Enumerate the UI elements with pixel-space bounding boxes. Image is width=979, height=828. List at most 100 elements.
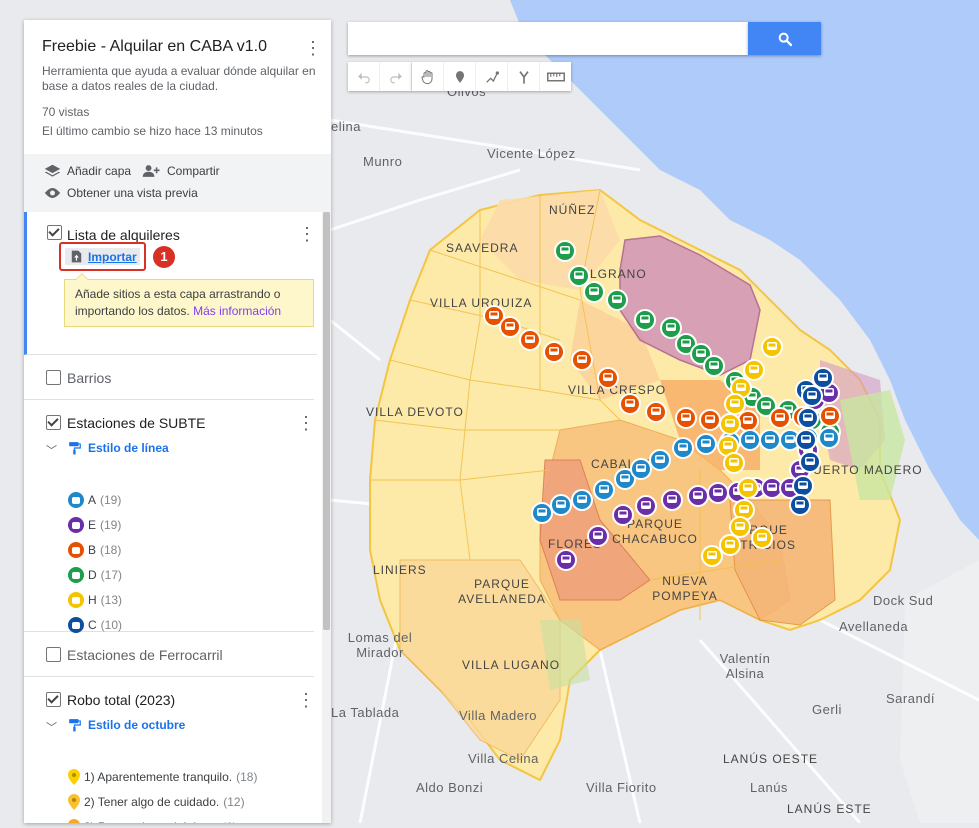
map-place-label: LINIERS [373,563,427,577]
subway-icon [68,542,84,558]
subway-icon [68,592,84,608]
chevron-down-icon[interactable]: ﹀ [46,719,57,735]
legend-row-subte-e[interactable]: E (19) [68,517,121,533]
legend-row-subte-b[interactable]: B (18) [68,542,121,558]
subway-icon [68,517,84,533]
layer-barrios-checkbox[interactable] [46,370,61,385]
map-description[interactable]: Herramienta que ayuda a evaluar dónde al… [42,64,317,94]
ruler-icon[interactable] [540,62,571,91]
import-tooltip: Añade sitios a esta capa arrastrando o i… [64,273,314,327]
layer-ferrocarril[interactable]: Estaciones de Ferrocarril [24,631,314,677]
search-input[interactable] [348,22,748,55]
undo-icon[interactable] [348,62,380,91]
robo-style-label: Estilo de octubre [88,718,186,732]
map-place-label: SAAVEDRA [446,241,519,255]
more-info-link[interactable]: Más información [193,304,281,318]
layer-alquileres-name[interactable]: Lista de alquileres [67,227,180,243]
legend-row-robo-3[interactable]: 3) Precauciones básicas. (6) [68,819,237,823]
layers-icon [44,164,61,177]
eye-icon [44,188,61,198]
last-change-text: El último cambio se hizo hace 13 minutos [42,124,263,138]
map-place-label: NÚÑEZ [549,203,596,217]
map-place-label: PUERTO MADERO [804,463,923,477]
map-place-label: VILLA DEVOTO [366,405,464,419]
legend-label: 2) Tener algo de cuidado. [84,795,220,809]
add-marker-icon[interactable] [444,62,476,91]
map-pin-icon [68,794,80,810]
map-place-label: La Tablada [331,705,400,720]
robo-style-link[interactable]: Estilo de octubre [68,718,185,732]
map-place-label: Lomas del Mirador [347,630,413,660]
layer-ferrocarril-name[interactable]: Estaciones de Ferrocarril [67,647,223,663]
preview-button[interactable]: Obtener una vista previa [44,186,198,200]
hand-icon[interactable] [412,62,444,91]
map-place-label: Valentín Alsina [719,651,771,681]
map-place-label: Aldo Bonzi [416,780,484,795]
legend-count: (19) [100,518,122,532]
chevron-down-icon[interactable]: ﹀ [46,442,57,458]
map-place-label: VILLA CRESPO [568,383,667,397]
import-button[interactable]: Importar [59,242,146,271]
share-label: Compartir [167,164,220,178]
layer-subte-options-kebab-icon[interactable]: ⋮ [296,413,316,433]
map-place-label: FLORES [548,537,603,551]
legend-count: (18) [236,770,258,784]
layer-robo-options-kebab-icon[interactable]: ⋮ [296,690,316,710]
subway-icon [68,492,84,508]
layer-robo-name[interactable]: Robo total (2023) [67,692,175,708]
redo-icon[interactable] [380,62,412,91]
map-pin-icon [68,769,80,785]
layer-barrios-name[interactable]: Barrios [67,370,111,386]
legend-row-robo-1[interactable]: 1) Aparentemente tranquilo. (18) [68,769,257,785]
legend-label: C [88,618,97,632]
layer-robo[interactable]: Robo total (2023) ⋮ ﹀ Estilo de octubre … [24,676,316,823]
directions-icon[interactable] [508,62,540,91]
map-place-label: Villa Celina [468,751,539,766]
paint-roller-icon [69,719,81,732]
search-button[interactable] [748,22,821,55]
layer-subte-name[interactable]: Estaciones de SUBTE [67,415,206,431]
layer-robo-checkbox[interactable] [46,692,61,707]
legend-row-subte-a[interactable]: A (19) [68,492,121,508]
layer-ferrocarril-checkbox[interactable] [46,647,61,662]
layer-subte-checkbox[interactable] [46,415,61,430]
map-place-label: Avellaneda [839,619,909,634]
subte-style-link[interactable]: Estilo de línea [68,441,169,455]
legend-count: (13) [100,593,123,607]
layer-alquileres-checkbox[interactable] [47,225,62,240]
import-file-icon [71,250,82,263]
subway-icon [68,567,84,583]
legend-label: B [88,543,97,557]
map-place-label: Vicente López [487,146,576,161]
legend-row-robo-2[interactable]: 2) Tener algo de cuidado. (12) [68,794,245,810]
draw-line-icon[interactable] [476,62,508,91]
map-place-label: Gerli [812,702,842,717]
legend-row-subte-h[interactable]: H (13) [68,592,122,608]
legend-count: (19) [100,493,122,507]
map-place-label: Villa Madero [459,708,538,723]
layer-alquileres-options-kebab-icon[interactable]: ⋮ [297,224,317,244]
map-place-label: PARQUE PATRICIOS [724,523,796,552]
map-options-kebab-icon[interactable]: ⋮ [303,38,323,58]
search-icon [778,32,792,46]
add-layer-button[interactable]: Añadir capa [44,164,131,178]
legend-label: E [88,518,97,532]
map-title[interactable]: Freebie - Alquilar en CABA v1.0 [42,38,313,56]
preview-label: Obtener una vista previa [67,186,198,200]
legend-label: D [88,568,97,582]
map-legend-panel: Freebie - Alquilar en CABA v1.0 Herramie… [24,20,331,823]
layer-subte[interactable]: Estaciones de SUBTE ⋮ ﹀ Estilo de línea … [24,399,316,633]
scrollbar-thumb[interactable] [323,212,330,630]
legend-label: 1) Aparentemente tranquilo. [84,770,233,784]
map-place-label: Lanús [750,780,788,795]
map-place-label: PARQUE AVELLANEDA [458,577,546,606]
map-place-label: VILLA URQUIZA [430,296,533,310]
legend-row-subte-d[interactable]: D (17) [68,567,122,583]
legend-count: (17) [100,568,123,582]
legend-count: (12) [223,795,245,809]
map-place-label: elina [331,119,361,134]
history-toolbar [348,62,412,91]
layer-barrios[interactable]: Barrios [24,354,314,400]
map-place-label: BELGRANO [572,267,647,281]
share-button[interactable]: Compartir [142,164,220,178]
